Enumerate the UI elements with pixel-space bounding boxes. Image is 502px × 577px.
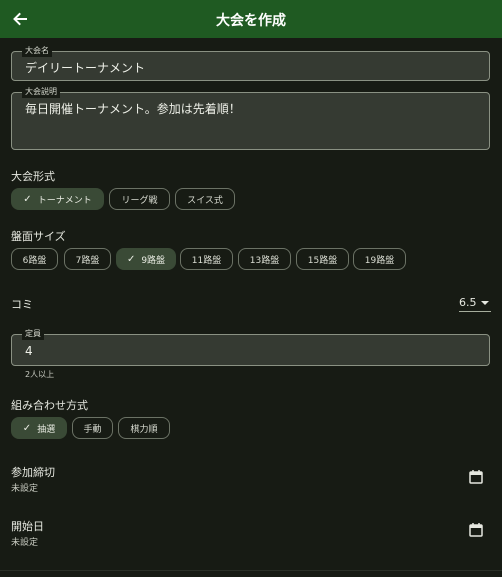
board-size-chip-19[interactable]: 19路盤 bbox=[353, 248, 406, 270]
board-size-chip-11[interactable]: 11路盤 bbox=[180, 248, 233, 270]
dropdown-arrow-icon bbox=[480, 300, 489, 305]
chip-label: 7路盤 bbox=[75, 255, 100, 266]
capacity-value: 4 bbox=[25, 344, 33, 358]
format-chip-league[interactable]: リーグ戦 bbox=[109, 188, 170, 210]
chip-label: 9路盤 bbox=[141, 255, 166, 266]
chip-label: スイス式 bbox=[187, 195, 223, 206]
chip-label: 11路盤 bbox=[191, 255, 222, 266]
calendar-icon bbox=[469, 523, 483, 537]
chip-label: 6路盤 bbox=[22, 255, 47, 266]
deadline-title: 参加締切 bbox=[11, 466, 55, 479]
board-size-chip-6[interactable]: 6路盤 bbox=[11, 248, 58, 270]
chip-label: リーグ戦 bbox=[121, 195, 158, 206]
app-bar: 大会を作成 bbox=[0, 0, 502, 38]
chip-label: 13路盤 bbox=[249, 255, 280, 266]
tournament-name-field[interactable]: 大会名 デイリートーナメント bbox=[11, 45, 490, 81]
tournament-name-label: 大会名 bbox=[22, 45, 52, 57]
chip-label: 手動 bbox=[83, 424, 102, 435]
pairing-chip-rating[interactable]: 棋力順 bbox=[118, 417, 170, 439]
pairing-chip-lottery[interactable]: ✓ 抽選 bbox=[11, 417, 67, 439]
chip-label: 棋力順 bbox=[130, 424, 158, 435]
board-size-chip-15[interactable]: 15路盤 bbox=[296, 248, 349, 270]
deadline-calendar-button[interactable] bbox=[468, 469, 486, 487]
page-title: 大会を作成 bbox=[216, 13, 286, 29]
capacity-field[interactable]: 定員 4 bbox=[11, 328, 490, 366]
chip-label: 19路盤 bbox=[364, 255, 395, 266]
pairing-label: 組み合わせ方式 bbox=[11, 399, 88, 412]
check-icon: ✓ bbox=[22, 422, 32, 434]
format-chip-tournament[interactable]: ✓ トーナメント bbox=[11, 188, 104, 210]
board-size-chip-13[interactable]: 13路盤 bbox=[238, 248, 291, 270]
tournament-description-value: 毎日開催トーナメント。参加は先着順！ bbox=[25, 102, 241, 116]
komi-label: コミ bbox=[11, 298, 33, 311]
chip-label: 15路盤 bbox=[307, 255, 338, 266]
check-icon: ✓ bbox=[126, 253, 136, 265]
start-date-title: 開始日 bbox=[11, 520, 44, 533]
deadline-value: 未設定 bbox=[11, 484, 39, 494]
chip-label: 抽選 bbox=[37, 424, 56, 435]
capacity-helper-text: 2人以上 bbox=[25, 370, 55, 379]
pairing-chip-manual[interactable]: 手動 bbox=[72, 417, 113, 439]
format-chip-swiss[interactable]: スイス式 bbox=[175, 188, 235, 210]
komi-dropdown[interactable]: 6.5 bbox=[459, 294, 491, 312]
board-size-label: 盤面サイズ bbox=[11, 230, 66, 243]
chip-label: トーナメント bbox=[37, 195, 92, 206]
tournament-name-value: デイリートーナメント bbox=[25, 61, 146, 75]
start-date-calendar-button[interactable] bbox=[468, 522, 486, 540]
format-label: 大会形式 bbox=[11, 170, 55, 183]
calendar-icon bbox=[469, 470, 483, 484]
check-icon: ✓ bbox=[23, 193, 32, 205]
bottom-divider bbox=[0, 570, 502, 571]
tournament-description-field[interactable]: 大会説明 毎日開催トーナメント。参加は先着順！ bbox=[11, 86, 490, 150]
komi-value: 6.5 bbox=[459, 296, 477, 309]
start-date-value: 未設定 bbox=[11, 538, 39, 548]
tournament-description-label: 大会説明 bbox=[22, 86, 60, 98]
board-size-chip-9[interactable]: ✓ 9路盤 bbox=[116, 248, 176, 270]
board-size-chip-7[interactable]: 7路盤 bbox=[64, 248, 111, 270]
capacity-label: 定員 bbox=[22, 328, 44, 340]
